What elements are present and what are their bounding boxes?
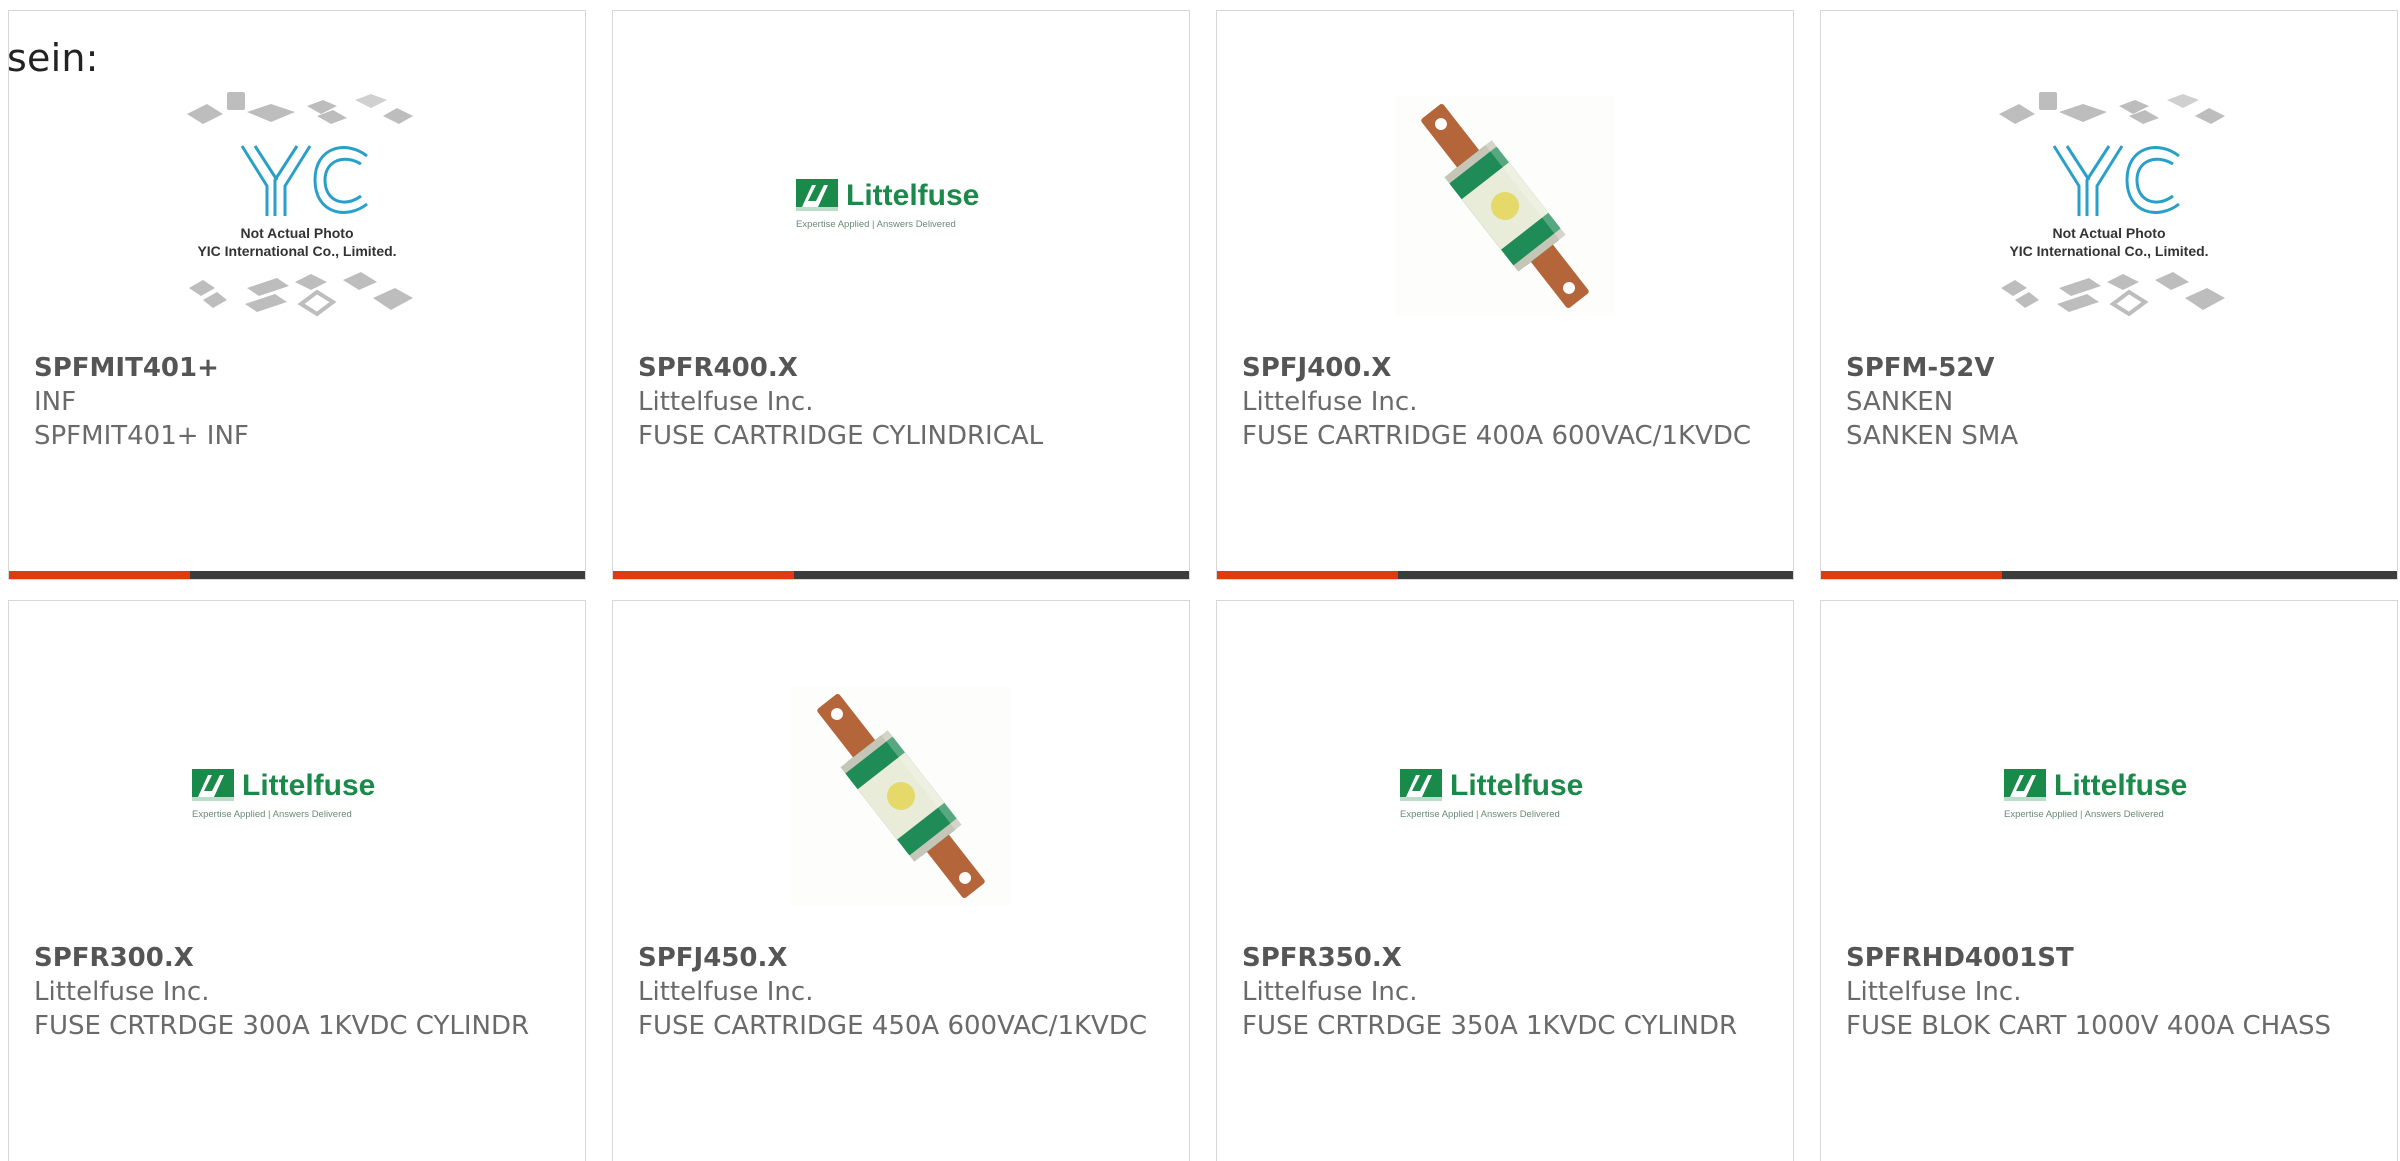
manufacturer: Littelfuse Inc. [1242,977,1418,1007]
littelfuse-logo: Littelfuse Expertise Applied | Answers D… [796,179,979,230]
product-card[interactable]: SPFJ400.X Littelfuse Inc. FUSE CARTRIDGE 4… [1216,10,1794,580]
littelfuse-logo: Littelfuse Expertise Applied | Answers D… [192,769,375,820]
svg-text:Expertise Applied | Answers De: Expertise Applied | Answers Delivered [2004,809,2164,820]
description: SPFMIT401+ INF [34,421,249,451]
manufacturer: SANKEN [1846,387,1954,417]
card-accent-bar [9,571,585,579]
svg-text:YIC International Co., Limited: YIC International Co., Limited. [197,243,396,259]
part-number-link[interactable]: SPFJ450.X [638,941,1169,975]
svg-text:Not Actual Photo: Not Actual Photo [240,225,353,241]
product-card[interactable]: Not Actual Photo YIC International Co., … [1820,10,2398,580]
part-number-link[interactable]: SPFR350.X [1242,941,1773,975]
fuse-photo [791,686,1011,906]
product-card[interactable]: Littelfuse Expertise Applied | Answers D… [8,600,586,1161]
svg-text:Littelfuse: Littelfuse [846,179,979,212]
product-card[interactable]: Not Actual Photo YIC International Co., … [8,10,586,580]
product-info: SPFRHD4001ST Littelfuse Inc. FUSE BLOK CAR… [1846,941,2377,1043]
page: sein: Not Actual Photo YIC International… [0,0,2400,1161]
card-accent-highlight [1217,571,1399,579]
svg-text:Littelfuse: Littelfuse [1450,769,1583,802]
part-number-link[interactable]: SPFJ400.X [1242,351,1773,385]
product-image[interactable]: Not Actual Photo YIC International Co., … [9,56,585,356]
manufacturer: INF [34,387,77,417]
product-image[interactable]: Littelfuse Expertise Applied | Answers D… [1821,646,2397,946]
svg-text:Littelfuse: Littelfuse [242,769,375,802]
product-image[interactable]: Not Actual Photo YIC International Co., … [1821,56,2397,356]
manufacturer: Littelfuse Inc. [638,387,814,417]
description: FUSE CARTRIDGE CYLINDRICAL [638,421,1044,451]
product-info: SPFM-52V SANKEN SANKEN SMA [1846,351,2377,453]
description: FUSE CRTRDGE 350A 1KVDC CYLINDR [1242,1011,1738,1041]
part-number-link[interactable]: SPFR400.X [638,351,1169,385]
product-image[interactable]: Littelfuse Expertise Applied | Answers D… [1217,646,1793,946]
svg-text:Not Actual Photo: Not Actual Photo [2052,225,2165,241]
part-number-link[interactable]: SPFR300.X [34,941,565,975]
product-info: SPFR400.X Littelfuse Inc. FUSE CARTRIDGE C… [638,351,1169,453]
card-accent-highlight [9,571,191,579]
intro-text: sein: [7,36,99,80]
svg-text:YIC International Co., Limited: YIC International Co., Limited. [2009,243,2208,259]
product-image[interactable]: Littelfuse Expertise Applied | Answers D… [613,56,1189,356]
yic-placeholder-image: Not Actual Photo YIC International Co., … [1999,92,2225,317]
product-info: SPFMIT401+ INF SPFMIT401+ INF [34,351,565,453]
product-image[interactable] [613,646,1189,946]
littelfuse-logo: Littelfuse Expertise Applied | Answers D… [1400,769,1583,820]
part-number-link[interactable]: SPFRHD4001ST [1846,941,2377,975]
littelfuse-logo: Littelfuse Expertise Applied | Answers D… [2004,769,2187,820]
product-info: SPFR350.X Littelfuse Inc. FUSE CRTRDGE 350… [1242,941,1773,1043]
svg-text:Expertise Applied | Answers De: Expertise Applied | Answers Delivered [1400,809,1560,820]
yic-placeholder-image: Not Actual Photo YIC International Co., … [187,92,413,317]
description: FUSE CARTRIDGE 400A 600VAC/1KVDC [1242,421,1751,451]
manufacturer: Littelfuse Inc. [1242,387,1418,417]
product-info: SPFJ400.X Littelfuse Inc. FUSE CARTRIDGE 4… [1242,351,1773,453]
product-info: SPFR300.X Littelfuse Inc. FUSE CRTRDGE 300… [34,941,565,1043]
description: FUSE BLOK CART 1000V 400A CHASS [1846,1011,2332,1041]
product-card[interactable]: Littelfuse Expertise Applied | Answers D… [612,10,1190,580]
manufacturer: Littelfuse Inc. [34,977,210,1007]
fuse-photo [1395,96,1615,316]
manufacturer: Littelfuse Inc. [1846,977,2022,1007]
part-number-link[interactable]: SPFM-52V [1846,351,2377,385]
description: FUSE CRTRDGE 300A 1KVDC CYLINDR [34,1011,530,1041]
part-number-link[interactable]: SPFMIT401+ [34,351,565,385]
card-accent-highlight [1821,571,2003,579]
svg-text:Expertise Applied | Answers De: Expertise Applied | Answers Delivered [796,219,956,230]
product-card[interactable]: Littelfuse Expertise Applied | Answers D… [1216,600,1794,1161]
product-info: SPFJ450.X Littelfuse Inc. FUSE CARTRIDGE 4… [638,941,1169,1043]
description: FUSE CARTRIDGE 450A 600VAC/1KVDC [638,1011,1147,1041]
card-accent-bar [613,571,1189,579]
product-card[interactable]: SPFJ450.X Littelfuse Inc. FUSE CARTRIDGE 4… [612,600,1190,1161]
svg-text:Expertise Applied | Answers De: Expertise Applied | Answers Delivered [192,809,352,820]
product-image[interactable]: Littelfuse Expertise Applied | Answers D… [9,646,585,946]
product-grid: Not Actual Photo YIC International Co., … [8,10,2400,1161]
product-image[interactable] [1217,56,1793,356]
product-card[interactable]: Littelfuse Expertise Applied | Answers D… [1820,600,2398,1161]
card-accent-bar [1821,571,2397,579]
manufacturer: Littelfuse Inc. [638,977,814,1007]
description: SANKEN SMA [1846,421,2019,451]
card-accent-bar [1217,571,1793,579]
svg-text:Littelfuse: Littelfuse [2054,769,2187,802]
card-accent-highlight [613,571,795,579]
